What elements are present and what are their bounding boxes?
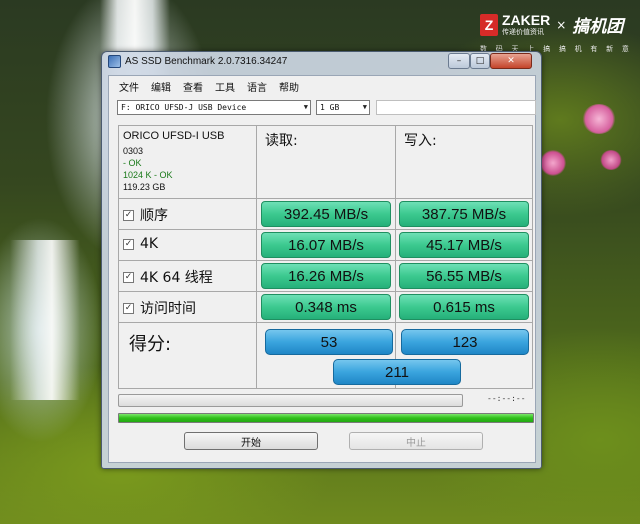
start-button[interactable]: 开始 — [184, 432, 318, 450]
menu-tools[interactable]: 工具 — [211, 79, 243, 94]
background-flower — [600, 150, 622, 170]
drive-name: ORICO UFSD-I USB — [123, 130, 225, 142]
elapsed-timer: --:--:-- — [487, 394, 526, 403]
seq-write-value: 387.75 MB/s — [399, 201, 529, 227]
menu-file[interactable]: 文件 — [115, 79, 147, 94]
4k64-write-value: 56.55 MB/s — [399, 263, 529, 289]
grid-divider — [119, 198, 532, 199]
alignment-status: 1024 K - OK — [123, 170, 173, 180]
total-score: 211 — [333, 359, 461, 385]
device-select[interactable]: F: ORICO UFSD-J USB Device ▼ — [117, 100, 311, 115]
drive-firmware: 0303 — [123, 146, 144, 156]
grid-divider — [119, 322, 532, 323]
seq-read-value: 392.45 MB/s — [261, 201, 391, 227]
menu-edit[interactable]: 编辑 — [147, 79, 179, 94]
read-score: 53 — [265, 329, 393, 355]
slogan-char: 意 — [621, 45, 630, 53]
close-button[interactable]: ✕ — [490, 53, 532, 69]
slogan-char: 机 — [574, 45, 583, 53]
read-column-header: 读取: — [265, 133, 298, 149]
4k-write-value: 45.17 MB/s — [399, 232, 529, 258]
grid-divider — [395, 126, 396, 388]
watermark-separator: × — [556, 17, 567, 32]
window-title: AS SSD Benchmark 2.0.7316.34247 — [125, 56, 288, 67]
row-4k-text: 4K — [140, 236, 159, 252]
drive-capacity: 119.23 GB — [123, 182, 166, 192]
chevron-down-icon: ▼ — [362, 103, 367, 111]
zaker-brand-name: ZAKER — [502, 12, 551, 28]
benchmark-window: AS SSD Benchmark 2.0.7316.34247 – □ ✕ 文件… — [101, 51, 542, 469]
menu-language[interactable]: 语言 — [243, 79, 275, 94]
write-column-header: 写入: — [404, 133, 437, 149]
partner-brand: 搞机团 — [572, 17, 624, 37]
row-access-label[interactable]: ✓ 访问时间 — [123, 298, 196, 318]
results-grid: ORICO UFSD-I USB 0303 - OK 1024 K - OK 1… — [118, 125, 533, 389]
background-flower — [582, 104, 616, 134]
grid-divider — [119, 229, 532, 230]
driver-status: - OK — [123, 158, 142, 168]
row-access-text: 访问时间 — [140, 301, 196, 317]
access-read-value: 0.348 ms — [261, 294, 391, 320]
background-flower — [540, 150, 566, 176]
row-seq-label[interactable]: ✓ 顺序 — [123, 205, 168, 225]
grid-divider — [256, 126, 257, 388]
menu-help[interactable]: 帮助 — [275, 79, 307, 94]
slogan-char: 新 — [606, 45, 615, 53]
zaker-brand-sub: 传递价值资讯 — [502, 28, 544, 36]
score-label: 得分: — [129, 334, 172, 355]
app-icon — [108, 55, 121, 68]
write-score: 123 — [401, 329, 529, 355]
watermark-logo: Z ZAKER 传递价值资讯 × 搞机团 — [480, 12, 623, 37]
grid-divider — [119, 260, 532, 261]
window-client-area: 文件 编辑 查看 工具 语言 帮助 F: ORICO UFSD-J USB De… — [108, 75, 536, 463]
blank-status-field — [376, 100, 536, 115]
slogan-char: 搞 — [543, 45, 552, 53]
device-select-value: F: ORICO UFSD-J USB Device — [121, 103, 247, 112]
row-4k-checkbox[interactable]: ✓ — [123, 238, 134, 250]
test-size-select[interactable]: 1 GB ▼ — [316, 100, 370, 115]
chevron-down-icon: ▼ — [303, 103, 308, 111]
test-progress-bar — [118, 394, 463, 407]
grid-divider — [119, 291, 532, 292]
zaker-logo-icon: Z — [480, 13, 498, 36]
access-write-value: 0.615 ms — [399, 294, 529, 320]
4k-read-value: 16.07 MB/s — [261, 232, 391, 258]
overall-progress-bar — [118, 413, 534, 423]
row-seq-text: 顺序 — [140, 208, 168, 224]
overall-progress-fill — [119, 414, 533, 422]
row-4k-label[interactable]: ✓ 4K — [123, 236, 158, 252]
slogan-char: 搞 — [558, 45, 567, 53]
row-4k64-checkbox[interactable]: ✓ — [123, 271, 134, 283]
window-titlebar[interactable]: AS SSD Benchmark 2.0.7316.34247 – □ ✕ — [102, 52, 541, 72]
drive-info: ORICO UFSD-I USB 0303 - OK 1024 K - OK 1… — [123, 130, 224, 193]
stop-button[interactable]: 中止 — [349, 432, 483, 450]
background-waterfall-lower — [10, 240, 80, 400]
minimize-button[interactable]: – — [448, 53, 470, 69]
4k64-read-value: 16.26 MB/s — [261, 263, 391, 289]
row-4k64-label[interactable]: ✓ 4K 64 线程 — [123, 267, 213, 287]
maximize-button[interactable]: □ — [470, 53, 490, 69]
slogan-char: 有 — [590, 45, 599, 53]
row-seq-checkbox[interactable]: ✓ — [123, 209, 134, 221]
menu-view[interactable]: 查看 — [179, 79, 211, 94]
test-size-value: 1 GB — [320, 103, 340, 112]
row-4k64-text: 4K 64 线程 — [140, 270, 213, 286]
row-access-checkbox[interactable]: ✓ — [123, 302, 134, 314]
menu-bar: 文件 编辑 查看 工具 语言 帮助 — [109, 76, 535, 96]
